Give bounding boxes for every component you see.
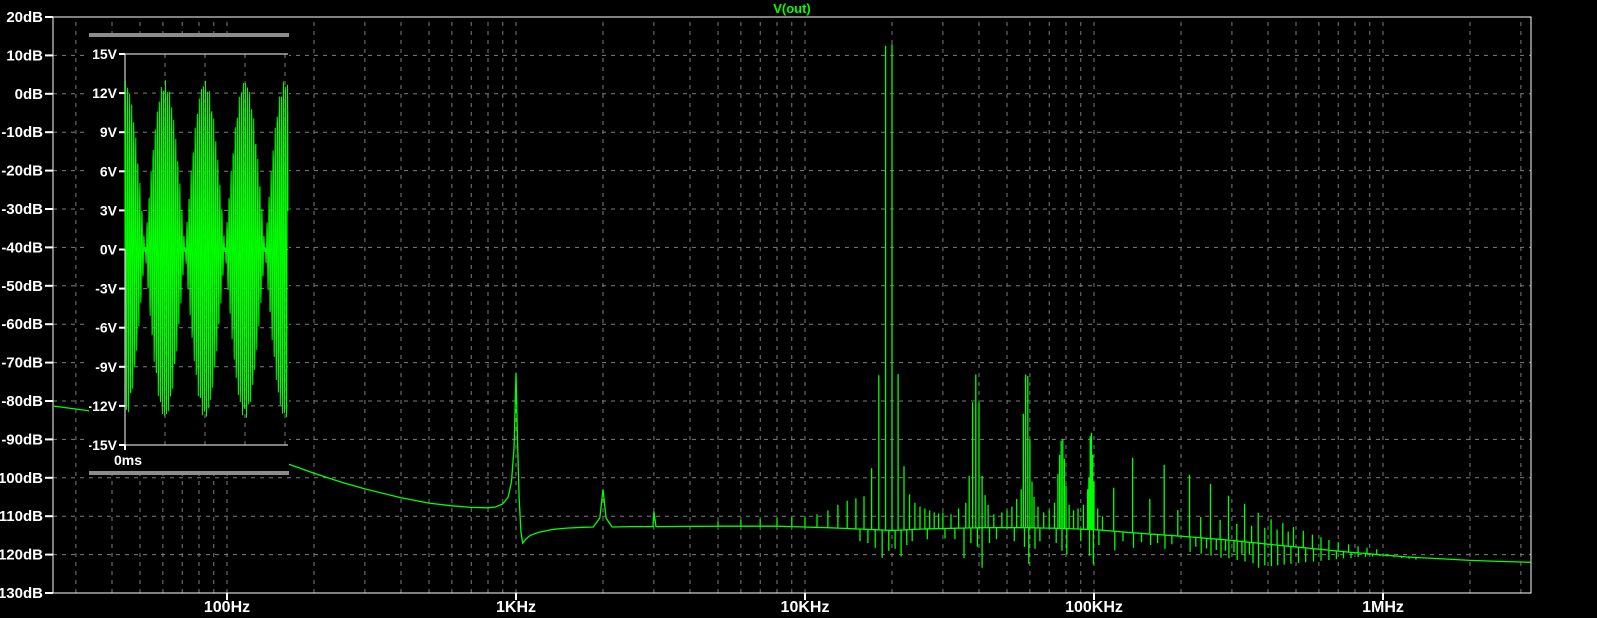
y-axis-tick-label: -90dB: [1, 431, 43, 448]
y-axis-tick-label: 10dB: [6, 47, 43, 64]
inset-y-tick-label: 9V: [100, 124, 118, 140]
x-axis-tick-label: 1KHz: [496, 599, 536, 616]
x-axis-tick-label: 100Hz: [204, 599, 250, 616]
pane-bottom-bar: [89, 471, 289, 475]
y-axis-tick-label: -40dB: [1, 239, 43, 256]
inset-y-tick-label: -3V: [95, 281, 117, 297]
x-axis-tick-label: 10KHz: [781, 599, 830, 616]
inset-y-tick-label: 3V: [100, 202, 118, 218]
y-axis-tick-label: -110dB: [0, 508, 43, 525]
y-axis-tick-label: 20dB: [6, 9, 43, 26]
y-axis-tick-label: -70dB: [1, 355, 43, 372]
inset-pane[interactable]: 15V 12V 9V 6V 3V 0V -3V -6V -9V -12V -15V 0ms: [87, 33, 289, 475]
inset-y-tick-label: -12V: [89, 398, 118, 414]
inset-y-tick-label: 12V: [92, 85, 118, 101]
y-axis-tick-label: -120dB: [0, 547, 43, 564]
inset-plot: 15V 12V 9V 6V 3V 0V -3V -6V -9V -12V -15V0ms: [87, 33, 289, 475]
inset-y-tick-label: -15V: [89, 437, 118, 453]
y-axis-tick-label: -50dB: [1, 278, 43, 295]
x-axis-tick-label: 100KHz: [1065, 599, 1123, 616]
inset-y-tick-label: 0V: [100, 242, 118, 258]
y-axis-labels: 20dB 10dB 0dB -10dB -20dB -30dB -40dB -50dB -60d…: [0, 9, 43, 602]
y-axis-tick-label: 0dB: [15, 86, 44, 103]
waveform-viewer: V(out) 20dB 10dB 0dB -10dB -20dB -30dB -40dB -5…: [0, 0, 1597, 618]
y-axis-tick-label: -20dB: [1, 163, 43, 180]
inset-y-tick-label: 6V: [100, 163, 118, 179]
inset-y-tick-label: -9V: [95, 359, 117, 375]
inset-y-tick-label: 15V: [92, 46, 118, 62]
inset-y-tick-label: -6V: [95, 320, 117, 336]
inset-x-tick-label: 0ms: [114, 452, 142, 468]
y-axis-tick-label: -80dB: [1, 393, 43, 410]
trace-label[interactable]: V(out): [53, 1, 1531, 16]
y-axis-tick-label: -30dB: [1, 201, 43, 218]
pane-top-bar: [89, 33, 289, 37]
x-axis-labels: 100Hz 1KHz 10KHz 100KHz 1MHz: [204, 599, 1404, 616]
x-axis-tick-label: 1MHz: [1362, 599, 1404, 616]
y-axis-tick-label: -10dB: [1, 124, 43, 141]
y-axis-tick-label: -60dB: [1, 316, 43, 333]
y-axis-tick-label: -130dB: [0, 585, 43, 602]
y-axis-tick-label: -100dB: [0, 470, 43, 487]
